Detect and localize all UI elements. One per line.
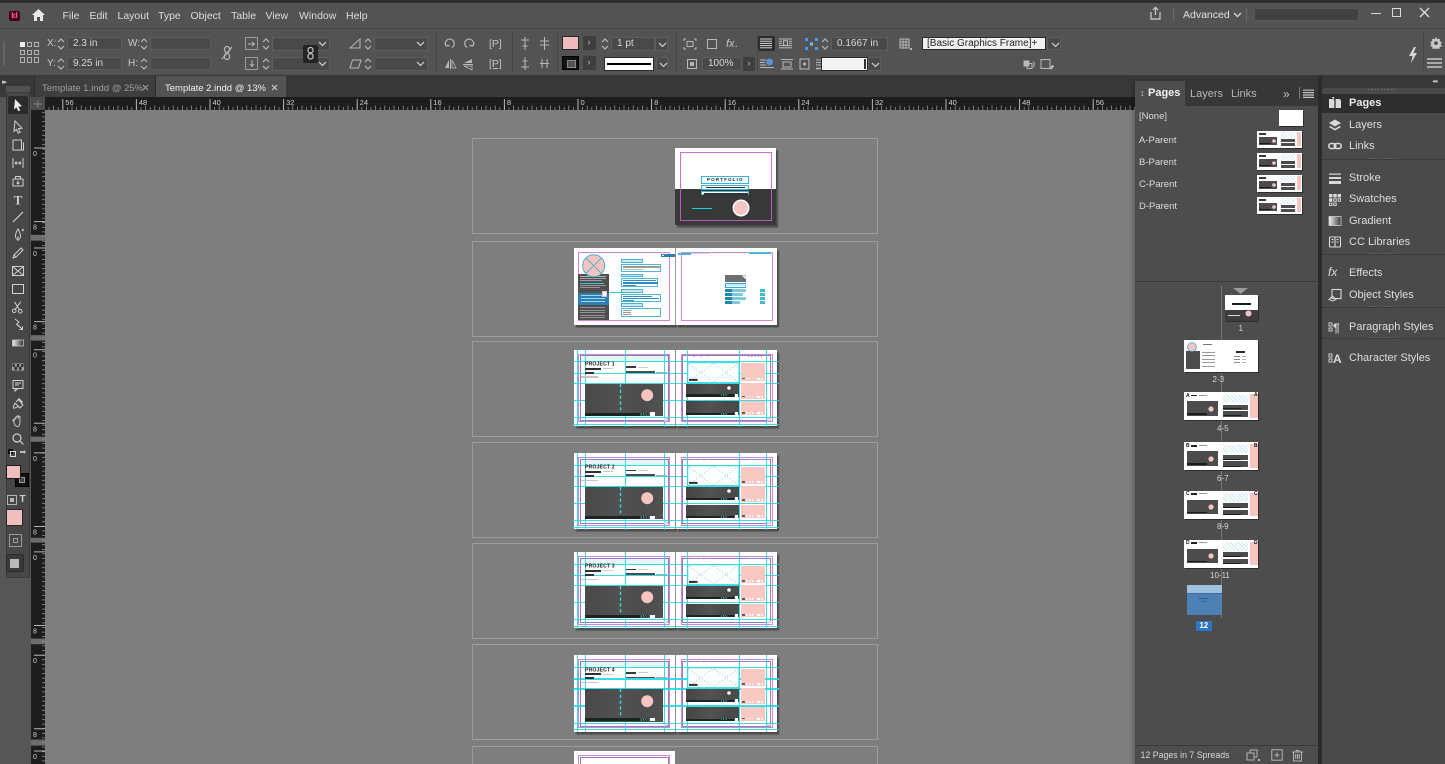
svg-text:40: 40 <box>949 98 957 107</box>
svg-text:16: 16 <box>728 98 736 107</box>
svg-text:32: 32 <box>286 98 294 107</box>
svg-text:48: 48 <box>1022 98 1030 107</box>
svg-text:¶: ¶ <box>1333 321 1340 335</box>
svg-text:24: 24 <box>801 98 809 107</box>
svg-text:0: 0 <box>33 151 37 158</box>
svg-text:24: 24 <box>360 98 368 107</box>
svg-text:8: 8 <box>33 530 37 537</box>
svg-text:8: 8 <box>33 225 37 232</box>
svg-text:0: 0 <box>33 456 37 463</box>
svg-text:48: 48 <box>139 98 147 107</box>
svg-text:8: 8 <box>507 98 511 107</box>
svg-text:16: 16 <box>433 98 441 107</box>
svg-text:0: 0 <box>33 658 37 665</box>
svg-text:8: 8 <box>654 98 658 107</box>
svg-text:0: 0 <box>33 555 37 562</box>
svg-text:0: 0 <box>33 754 37 761</box>
svg-text:8: 8 <box>33 732 37 739</box>
svg-text:0: 0 <box>581 98 585 107</box>
svg-text:T: T <box>14 193 23 208</box>
svg-text:8: 8 <box>33 325 37 332</box>
svg-text:56: 56 <box>1096 98 1104 107</box>
svg-text:A: A <box>1333 352 1342 366</box>
svg-text:40: 40 <box>213 98 221 107</box>
svg-text:0: 0 <box>33 251 37 258</box>
svg-text:8: 8 <box>33 629 37 636</box>
svg-text:56: 56 <box>65 98 73 107</box>
svg-text:8: 8 <box>33 426 37 433</box>
svg-text:0: 0 <box>33 353 37 360</box>
svg-text:32: 32 <box>875 98 883 107</box>
